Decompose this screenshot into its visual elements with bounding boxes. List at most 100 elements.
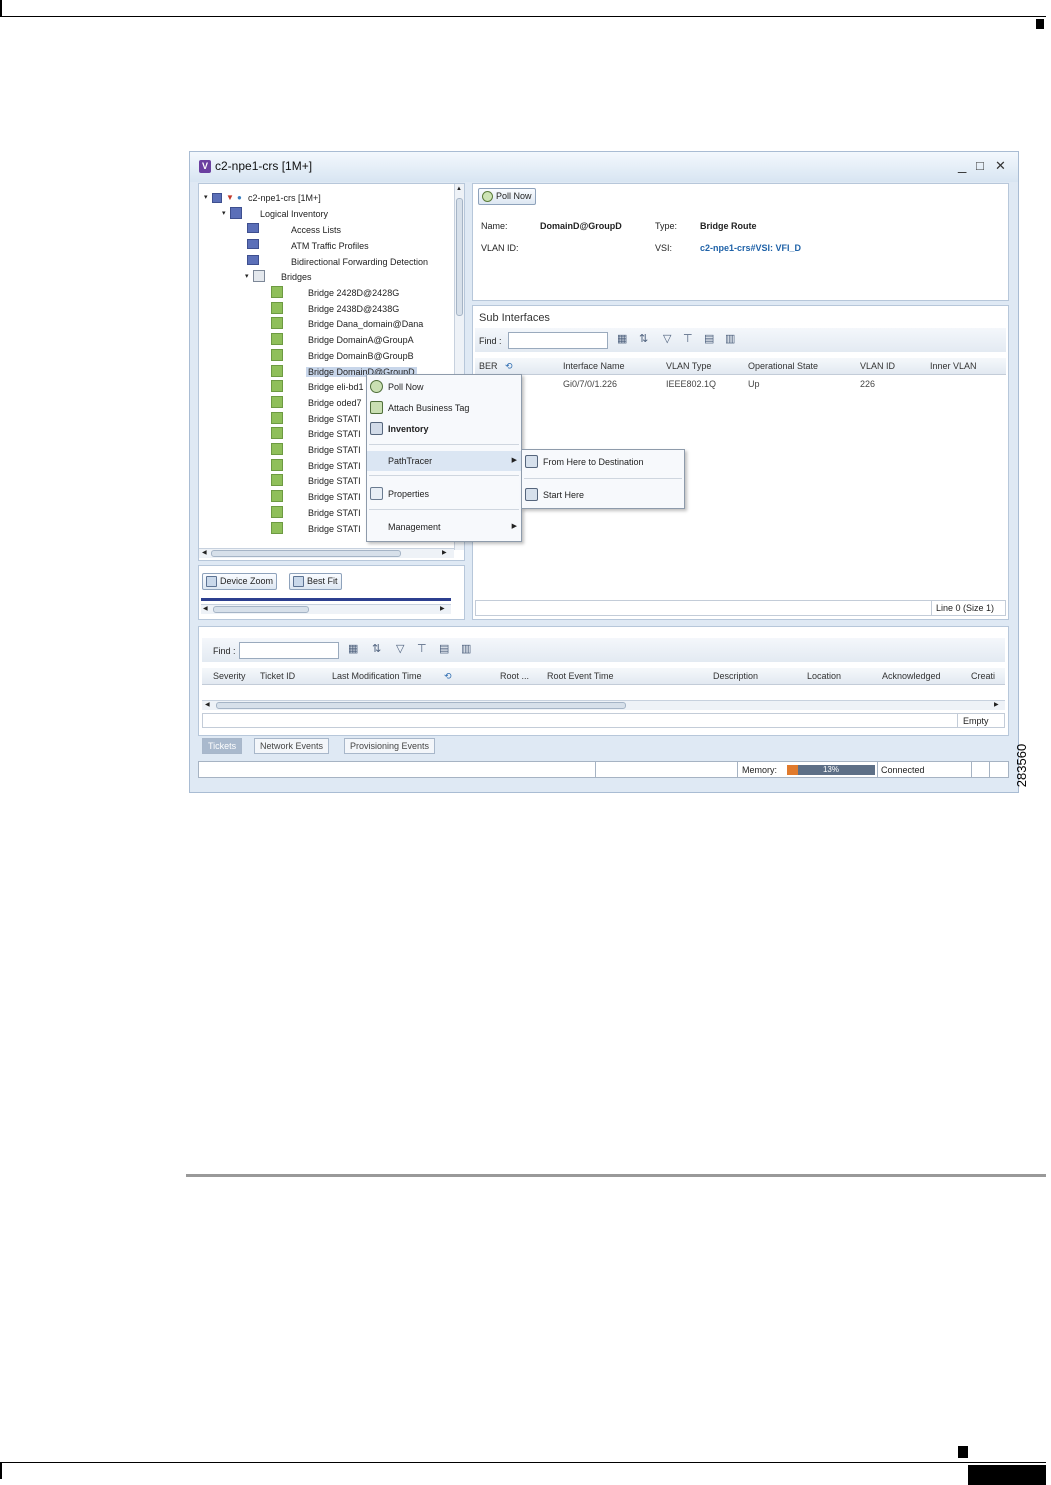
menu-item-inventory[interactable]: Inventory [367, 419, 521, 439]
tree-label: ATM Traffic Profiles [291, 241, 369, 251]
poll-icon [370, 380, 383, 393]
sort-icon[interactable]: ⇅ [639, 334, 650, 345]
window-title: c2-npe1-crs [1M+] [215, 159, 313, 173]
poll-icon [482, 191, 493, 202]
advanced-filter-icon[interactable]: ⊤ [683, 334, 694, 345]
scroll-thumb[interactable] [456, 198, 463, 316]
menu-item-attach-business-tag[interactable]: Attach Business Tag [367, 398, 521, 418]
scroll-right-icon[interactable]: ▶ [440, 605, 445, 612]
status-cell [989, 762, 1008, 778]
status-cell [595, 762, 737, 778]
column-header[interactable]: VLAN ID [860, 361, 895, 371]
overview-scrollbar[interactable]: ◀ ▶ [201, 604, 451, 614]
columns-icon[interactable]: ▥ [725, 334, 736, 345]
maximize-icon[interactable]: □ [976, 158, 984, 173]
find-input[interactable] [508, 332, 608, 349]
type-value: Bridge Route [700, 221, 757, 231]
column-header[interactable]: Location [807, 671, 841, 681]
page-corner-mark [0, 1462, 2, 1479]
menu-label: Properties [388, 489, 430, 499]
title-bar[interactable]: V c2-npe1-crs [1M+] _ □ ✕ [190, 152, 1018, 182]
zoom-icon [206, 576, 217, 587]
column-header[interactable]: Severity [213, 671, 246, 681]
logical-inventory-icon [230, 207, 242, 219]
scroll-up-icon[interactable]: ▲ [456, 186, 462, 192]
vsi-link[interactable]: c2-npe1-crs#VSI: VFI_D [700, 243, 801, 253]
menu-separator [369, 475, 519, 476]
bridge-icon [271, 286, 283, 298]
status-cell [971, 762, 989, 778]
column-header[interactable]: Ticket ID [260, 671, 295, 681]
scroll-right-icon[interactable]: ▶ [994, 701, 999, 708]
tree-label: Bridge DomainB@GroupB [308, 350, 414, 361]
page-footer-rule [0, 1462, 1046, 1463]
scroll-thumb[interactable] [216, 702, 626, 709]
scroll-thumb[interactable] [213, 606, 309, 613]
export-icon[interactable]: ▤ [704, 334, 715, 345]
poll-now-button[interactable]: Poll Now [478, 188, 536, 205]
column-header[interactable]: VLAN Type [666, 361, 711, 371]
column-header[interactable]: Description [713, 671, 758, 681]
tree-label: Bridge STATI [308, 476, 361, 487]
tree-label: Bridge DomainA@GroupA [308, 335, 414, 346]
tab-tickets[interactable]: Tickets [202, 738, 243, 754]
column-header[interactable]: Last Modification Time [332, 671, 422, 681]
scroll-left-icon[interactable]: ◀ [202, 549, 207, 556]
column-header[interactable]: Root Event Time [547, 671, 614, 681]
vlan-type-cell: IEEE802.1Q [666, 379, 717, 389]
column-header[interactable]: Creati [971, 671, 995, 681]
scroll-thumb[interactable] [211, 550, 401, 557]
tab-provisioning-events[interactable]: Provisioning Events [344, 738, 436, 754]
table-icon[interactable]: ▦ [348, 644, 359, 655]
figure-number: 283560 [1012, 738, 1051, 794]
tree-horizontal-scrollbar[interactable]: ◀ ▶ [199, 548, 454, 558]
menu-item-pathtracer[interactable]: PathTracer ▶ [367, 451, 521, 471]
expand-arrow-icon[interactable]: ▾ [204, 193, 208, 201]
minimize-icon[interactable]: _ [958, 157, 966, 174]
column-header[interactable]: Inner VLAN [930, 361, 977, 371]
menu-separator [524, 478, 682, 479]
table-row[interactable]: Gi0/7/0/1.226 IEEE802.1Q Up 226 [475, 376, 1006, 393]
column-header[interactable]: Interface Name [563, 361, 625, 371]
column-header[interactable]: BER [479, 361, 498, 371]
tab-network-events[interactable]: Network Events [254, 738, 330, 754]
menu-item-properties[interactable]: Properties [367, 484, 521, 504]
tickets-scrollbar[interactable]: ◀ ▶ [202, 700, 1005, 710]
menu-label: From Here to Destination [543, 457, 644, 467]
best-fit-label: Best Fit [307, 576, 338, 586]
bridge-icon [271, 411, 283, 424]
columns-icon[interactable]: ▥ [461, 644, 472, 655]
best-fit-button[interactable]: Best Fit [289, 573, 342, 590]
table-icon[interactable]: ▦ [617, 334, 628, 345]
refresh-icon[interactable]: ⟲ [505, 361, 513, 372]
filter-icon[interactable]: ▽ [396, 644, 407, 655]
find-input[interactable] [239, 642, 339, 659]
tree-label: Bridge STATI [308, 507, 361, 518]
path-icon [525, 455, 538, 468]
advanced-filter-icon[interactable]: ⊤ [417, 644, 428, 655]
close-icon[interactable]: ✕ [995, 158, 1006, 174]
expand-arrow-icon[interactable]: ▾ [245, 272, 249, 280]
menu-item-poll-now[interactable]: Poll Now [367, 377, 521, 397]
tree-root-label: c2-npe1-crs [1M+] [248, 193, 321, 203]
menu-item-from-here-to-destination[interactable]: From Here to Destination [522, 452, 684, 472]
column-header[interactable]: Operational State [748, 361, 818, 371]
menu-item-start-here[interactable]: Start Here [522, 485, 684, 505]
menu-label: PathTracer [388, 456, 433, 466]
scroll-left-icon[interactable]: ◀ [203, 605, 208, 612]
bridge-icon [271, 395, 283, 408]
operational-state-cell: Up [748, 379, 760, 389]
menu-item-management[interactable]: Management ▶ [367, 517, 521, 537]
device-zoom-button[interactable]: Device Zoom [202, 573, 278, 590]
column-header[interactable]: Root ... [500, 671, 529, 681]
column-header[interactable]: Acknowledged [882, 671, 941, 681]
scroll-right-icon[interactable]: ▶ [442, 549, 447, 556]
vlan-id-label: VLAN ID: [481, 243, 519, 253]
refresh-icon[interactable]: ⟲ [444, 671, 452, 682]
export-icon[interactable]: ▤ [439, 644, 450, 655]
sort-icon[interactable]: ⇅ [372, 644, 383, 655]
expand-arrow-icon[interactable]: ▾ [222, 209, 226, 217]
filter-icon[interactable]: ▽ [663, 334, 674, 345]
scroll-left-icon[interactable]: ◀ [205, 701, 210, 708]
tickets-pane: Find : ▦ ⇅ ▽ ⊤ ▤ ▥ Severity Ticket ID La… [198, 626, 1009, 736]
